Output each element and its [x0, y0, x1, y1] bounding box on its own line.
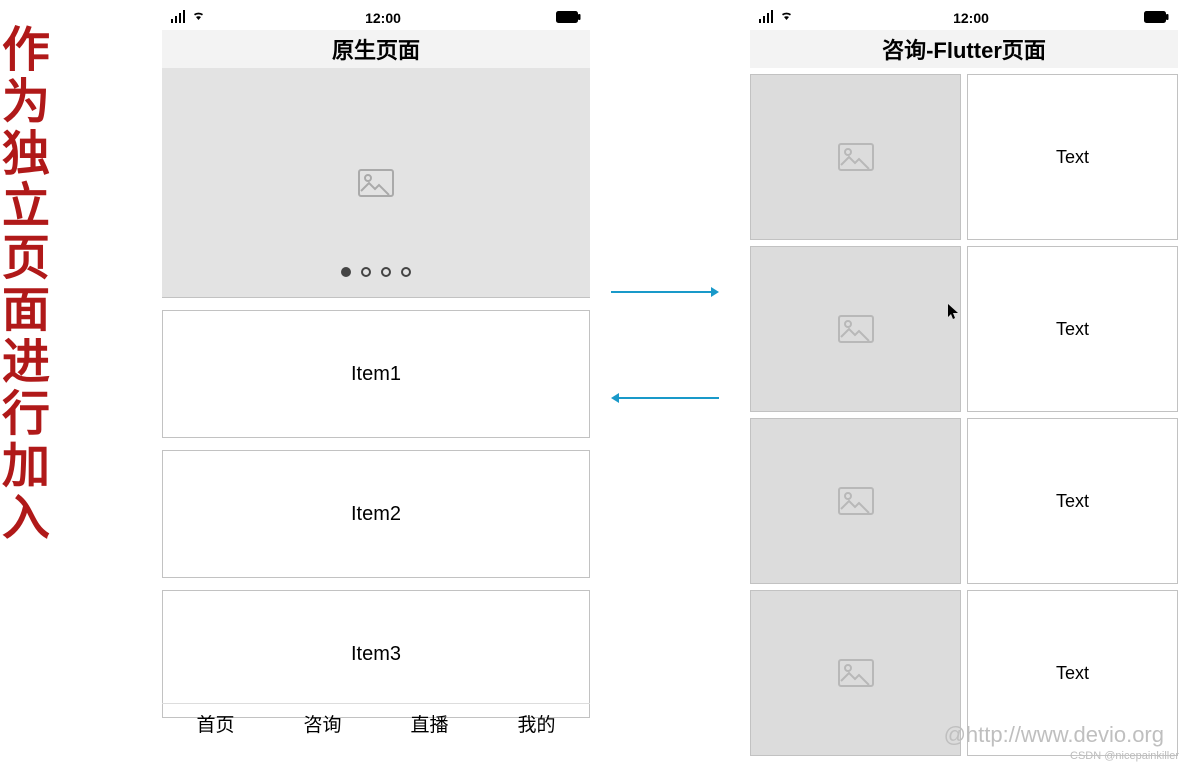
tab-home[interactable]: 首页 [162, 704, 269, 743]
list-item[interactable]: Item2 [162, 450, 590, 578]
arrow-left-icon [611, 392, 719, 404]
arrow-right-icon [611, 286, 719, 298]
watermark-csdn: CSDN @nicepainkiller [1070, 750, 1179, 762]
image-placeholder-icon [838, 659, 874, 687]
image-placeholder-icon [838, 487, 874, 515]
grid-row[interactable]: Text [750, 74, 1178, 240]
watermark-url: @http://www.devio.org [944, 722, 1164, 748]
tab-live[interactable]: 直播 [376, 704, 483, 743]
tab-mine[interactable]: 我的 [483, 704, 590, 743]
grid-text: Text [967, 246, 1178, 412]
grid-image [750, 246, 961, 412]
phone-native: 12:00 原生页面 Item1 Item2 Item3 首页 咨询 直播 我的 [162, 5, 590, 743]
status-bar: 12:00 [162, 5, 590, 30]
grid-image [750, 418, 961, 584]
status-bar: 12:00 [750, 5, 1178, 30]
battery-icon [1144, 9, 1170, 27]
page-title: 咨询-Flutter页面 [750, 30, 1178, 68]
dot[interactable] [401, 267, 411, 277]
side-vertical-text: 作为独立页面进行加入 [5, 24, 55, 544]
phone-flutter: 12:00 咨询-Flutter页面 Text Text Text Text [750, 5, 1178, 743]
dot-active[interactable] [341, 267, 351, 277]
mouse-cursor-icon [948, 304, 960, 324]
battery-icon [556, 9, 582, 27]
image-placeholder-icon [358, 169, 394, 197]
status-time: 12:00 [365, 10, 401, 26]
signal-wifi-icon [170, 9, 210, 27]
grid-text: Text [967, 418, 1178, 584]
tab-bar: 首页 咨询 直播 我的 [162, 703, 590, 743]
status-time: 12:00 [953, 10, 989, 26]
list-item[interactable]: Item3 [162, 590, 590, 718]
banner-carousel[interactable] [162, 68, 590, 298]
page-title: 原生页面 [162, 30, 590, 68]
list-item[interactable]: Item1 [162, 310, 590, 438]
grid-row[interactable]: Text [750, 246, 1178, 412]
carousel-dots[interactable] [341, 267, 411, 277]
grid-image [750, 590, 961, 756]
dot[interactable] [361, 267, 371, 277]
tab-consult[interactable]: 咨询 [269, 704, 376, 743]
grid-text: Text [967, 74, 1178, 240]
signal-wifi-icon [758, 9, 798, 27]
grid-image [750, 74, 961, 240]
grid-row[interactable]: Text [750, 418, 1178, 584]
image-placeholder-icon [838, 143, 874, 171]
image-placeholder-icon [838, 315, 874, 343]
dot[interactable] [381, 267, 391, 277]
